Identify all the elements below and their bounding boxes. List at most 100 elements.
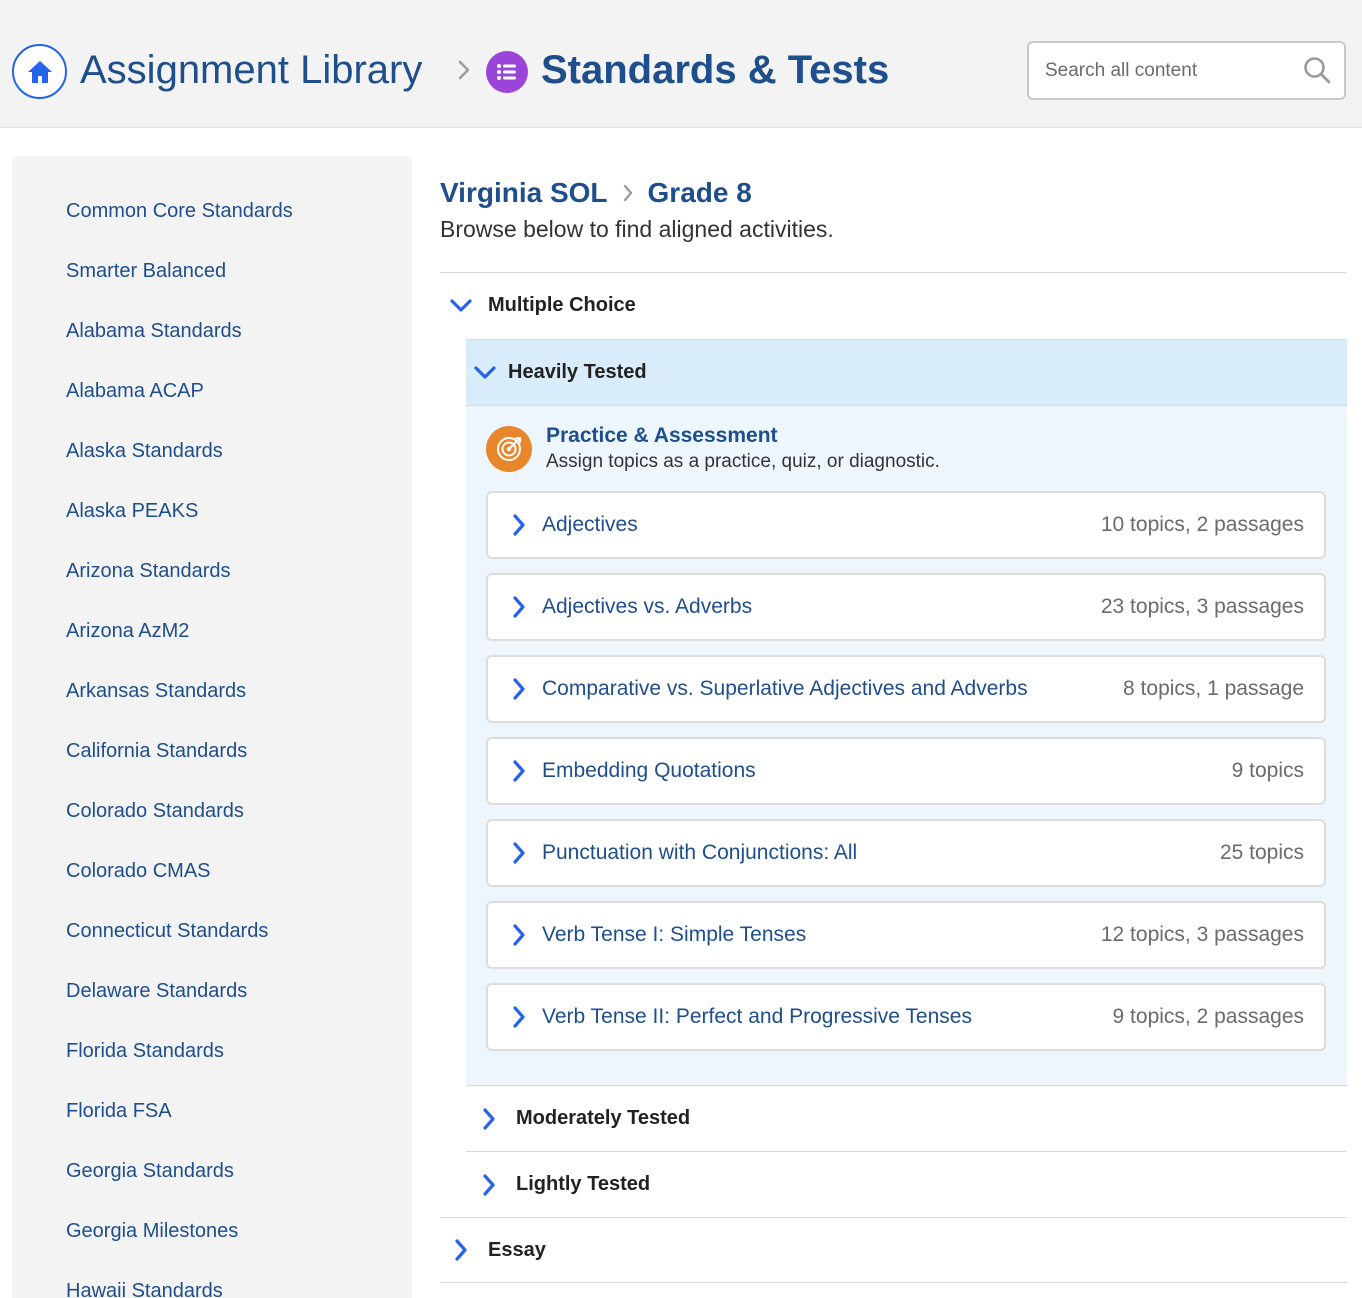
topic-name: Adjectives <box>542 513 638 536</box>
chevron-right-icon <box>476 1106 502 1132</box>
sidebar-item-label[interactable]: Smarter Balanced <box>66 260 226 282</box>
topic-count: 10 topics, 2 passages <box>1100 513 1304 536</box>
section-label: Essay <box>488 1238 546 1261</box>
chevron-right-icon <box>508 676 530 702</box>
breadcrumb: Virginia SOL Grade 8 <box>440 172 1347 214</box>
sidebar-item[interactable]: Alabama Standards <box>12 316 412 376</box>
sidebar-item-label[interactable]: Colorado Standards <box>66 800 244 822</box>
section-label: Heavily Tested <box>508 361 647 383</box>
topic-name: Comparative vs. Superlative Adjectives a… <box>542 677 1028 700</box>
chevron-down-icon <box>448 293 474 319</box>
sidebar-item-label[interactable]: California Standards <box>66 740 247 762</box>
section-essay[interactable]: Essay <box>440 1217 1347 1283</box>
topic-count: 25 topics <box>1219 841 1304 864</box>
section-moderately-tested[interactable]: Moderately Tested <box>466 1085 1347 1151</box>
sidebar-item[interactable]: Delaware Standards <box>12 976 412 1036</box>
heavily-tested-panel: Heavily Tested Practice & Assessment Ass… <box>466 339 1347 1085</box>
chevron-right-icon <box>508 758 530 784</box>
main-content: Virginia SOL Grade 8 Browse below to fin… <box>440 172 1347 244</box>
chevron-right-icon <box>508 840 530 866</box>
chevron-right-icon <box>508 594 530 620</box>
topic-card[interactable]: Verb Tense II: Perfect and Progressive T… <box>486 983 1326 1051</box>
subtitle: Browse below to find aligned activities. <box>440 216 834 242</box>
search-box[interactable] <box>1027 41 1346 100</box>
sidebar-item[interactable]: Smarter Balanced <box>12 256 412 316</box>
sidebar-item[interactable]: Colorado CMAS <box>12 856 412 916</box>
sidebar-item-label[interactable]: Hawaii Standards <box>66 1280 223 1298</box>
sidebar-item-label[interactable]: Colorado CMAS <box>66 860 211 882</box>
sidebar-item-label[interactable]: Connecticut Standards <box>66 920 268 942</box>
topic-name: Verb Tense I: Simple Tenses <box>542 923 807 946</box>
section-multiple-choice[interactable]: Multiple Choice <box>440 272 1347 338</box>
topic-count: 23 topics, 3 passages <box>1100 595 1304 618</box>
chevron-right-icon <box>476 1172 502 1198</box>
topic-name: Verb Tense II: Perfect and Progressive T… <box>542 1005 972 1028</box>
sidebar-item-label[interactable]: Alaska PEAKS <box>66 500 198 522</box>
topic-count: 9 topics <box>1231 759 1304 782</box>
sidebar-item[interactable]: Connecticut Standards <box>12 916 412 976</box>
topic-card[interactable]: Comparative vs. Superlative Adjectives a… <box>486 655 1326 723</box>
sidebar-item-label[interactable]: Florida Standards <box>66 1040 224 1062</box>
sidebar-item-label[interactable]: Arizona Standards <box>66 560 231 582</box>
section-label: Moderately Tested <box>516 1107 691 1129</box>
topic-count: 8 topics, 1 passage <box>1123 677 1304 700</box>
sidebar-item[interactable]: Florida Standards <box>12 1036 412 1096</box>
topic-name: Embedding Quotations <box>542 759 756 782</box>
page-title: Standards & Tests <box>541 48 890 92</box>
topic-count: 12 topics, 3 passages <box>1100 923 1304 946</box>
sidebar-item-label[interactable]: Georgia Standards <box>66 1160 234 1182</box>
sidebar-item[interactable]: Georgia Standards <box>12 1156 412 1216</box>
breadcrumb-assignment-library[interactable]: Assignment Library <box>80 44 422 96</box>
sidebar-item-label[interactable]: Alabama ACAP <box>66 380 204 402</box>
section-label: Lightly Tested <box>516 1173 651 1195</box>
topic-count: 9 topics, 2 passages <box>1112 1005 1304 1028</box>
sidebar-item[interactable]: Alaska Standards <box>12 436 412 496</box>
sidebar-item[interactable]: Common Core Standards <box>12 196 412 256</box>
sidebar-item[interactable]: Colorado Standards <box>12 796 412 856</box>
sidebar-item-label[interactable]: Alaska Standards <box>66 440 223 462</box>
sidebar-item[interactable]: Arizona AzM2 <box>12 616 412 676</box>
practice-assessment-description: Assign topics as a practice, quiz, or di… <box>546 451 940 472</box>
section-heavily-tested[interactable]: Heavily Tested <box>466 340 1347 406</box>
chevron-right-icon <box>508 922 530 948</box>
chevron-right-icon <box>452 56 476 84</box>
topic-card[interactable]: Punctuation with Conjunctions: All 25 to… <box>486 819 1326 887</box>
sidebar-item[interactable]: Hawaii Standards <box>12 1276 412 1298</box>
sidebar-item[interactable]: Alaska PEAKS <box>12 496 412 556</box>
topic-card[interactable]: Adjectives 10 topics, 2 passages <box>486 491 1326 559</box>
home-icon <box>27 60 52 83</box>
header: Assignment Library Standards & Tests <box>0 0 1362 128</box>
sidebar-item[interactable]: Florida FSA <box>12 1096 412 1156</box>
sidebar-item-label[interactable]: Alabama Standards <box>66 320 242 342</box>
sidebar-item-label[interactable]: Florida FSA <box>66 1100 172 1122</box>
sidebar-item[interactable]: California Standards <box>12 736 412 796</box>
topic-card[interactable]: Verb Tense I: Simple Tenses 12 topics, 3… <box>486 901 1326 969</box>
sidebar-item[interactable]: Arkansas Standards <box>12 676 412 736</box>
search-icon[interactable] <box>1302 55 1332 85</box>
topic-name: Punctuation with Conjunctions: All <box>542 841 858 864</box>
section-lightly-tested[interactable]: Lightly Tested <box>466 1151 1347 1217</box>
chevron-right-icon <box>508 512 530 538</box>
sidebar-item-label[interactable]: Arizona AzM2 <box>66 620 189 642</box>
breadcrumb-standard[interactable]: Virginia SOL <box>440 177 608 209</box>
search-input[interactable] <box>1045 43 1295 98</box>
chevron-right-icon <box>448 1237 474 1263</box>
chevron-down-icon <box>472 360 498 386</box>
sidebar-item[interactable]: Arizona Standards <box>12 556 412 616</box>
sidebar: Common Core Standards Smarter Balanced A… <box>12 156 412 1298</box>
home-button[interactable] <box>12 44 67 99</box>
practice-assessment-title[interactable]: Practice & Assessment <box>546 424 778 448</box>
topic-name: Adjectives vs. Adverbs <box>542 595 753 618</box>
breadcrumb-grade: Grade 8 <box>647 177 752 208</box>
sidebar-item-label[interactable]: Delaware Standards <box>66 980 247 1002</box>
target-icon <box>486 426 532 472</box>
sidebar-item[interactable]: Georgia Milestones <box>12 1216 412 1276</box>
topic-card[interactable]: Adjectives vs. Adverbs 23 topics, 3 pass… <box>486 573 1326 641</box>
sidebar-item-label[interactable]: Arkansas Standards <box>66 680 246 702</box>
sidebar-item-label[interactable]: Common Core Standards <box>66 200 293 222</box>
section-label: Multiple Choice <box>488 294 636 316</box>
sidebar-item-label[interactable]: Georgia Milestones <box>66 1220 238 1242</box>
chevron-right-icon <box>508 1004 530 1030</box>
topic-card[interactable]: Embedding Quotations 9 topics <box>486 737 1326 805</box>
sidebar-item[interactable]: Alabama ACAP <box>12 376 412 436</box>
